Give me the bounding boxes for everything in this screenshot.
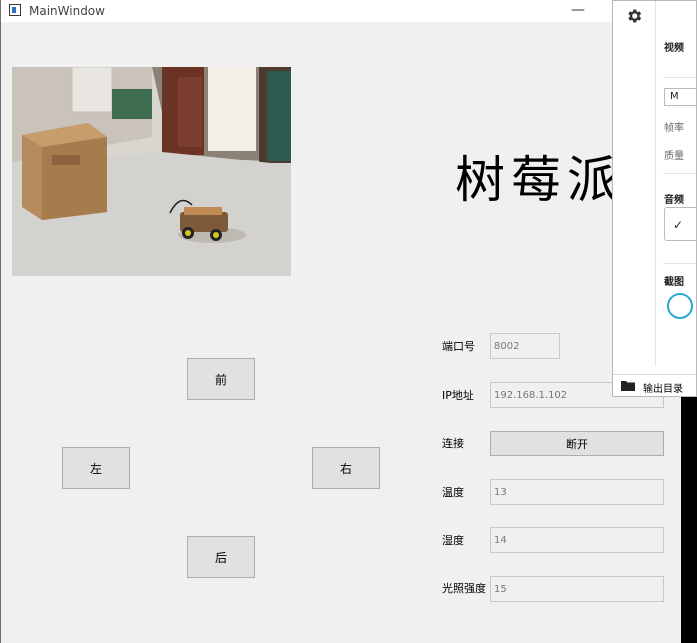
title-bar: MainWindow — [1,0,681,22]
panel-sidebar [613,1,656,366]
format-value: M [670,91,679,102]
separator [663,263,696,264]
forward-button[interactable]: 前 [187,358,255,400]
humidity-input[interactable] [490,527,664,553]
separator [663,77,696,78]
quality-label: 质量 [664,151,684,162]
output-directory-label: 输出目录 [643,384,683,395]
screenshot-button[interactable] [667,293,693,319]
right-button[interactable]: 右 [312,447,380,489]
camera-image [12,67,291,276]
temperature-label: 温度 [442,486,464,499]
check-icon: ✓ [673,218,684,232]
app-icon [9,4,21,16]
light-label: 光照强度 [442,582,486,595]
audio-label: 音频 [664,195,684,206]
back-button[interactable]: 后 [187,536,255,578]
ip-label: IP地址 [442,389,474,402]
main-window: MainWindow — 前 左 右 后 树莓派 端口号 8002 IP地址 1… [0,0,681,643]
humidity-label: 湿度 [442,534,464,547]
background-strip [681,397,697,643]
recorder-panel: 视频 M 帧率 质量 音频 ✓ 截图 输出目录 [612,0,697,397]
framerate-label: 帧率 [664,123,684,134]
window-title: MainWindow [29,4,105,18]
connect-label: 连接 [442,437,464,450]
temperature-input[interactable] [490,479,664,505]
separator [663,173,696,174]
port-input[interactable] [490,333,560,359]
screenshot-label: 截图 [664,277,684,288]
brand-title: 树莓派 [455,151,623,209]
gear-icon[interactable] [625,7,643,25]
light-input[interactable] [490,576,664,602]
minimize-button[interactable]: — [571,2,585,18]
disconnect-button[interactable]: 断开 [490,431,664,456]
left-button[interactable]: 左 [62,447,130,489]
output-directory-bar[interactable]: 输出目录 [613,374,696,396]
camera-feed [12,67,291,276]
folder-icon [621,381,635,391]
video-label: 视频 [664,43,684,54]
format-select[interactable]: M [664,88,696,106]
port-label: 端口号 [442,340,475,353]
audio-toggle[interactable]: ✓ [664,207,696,241]
